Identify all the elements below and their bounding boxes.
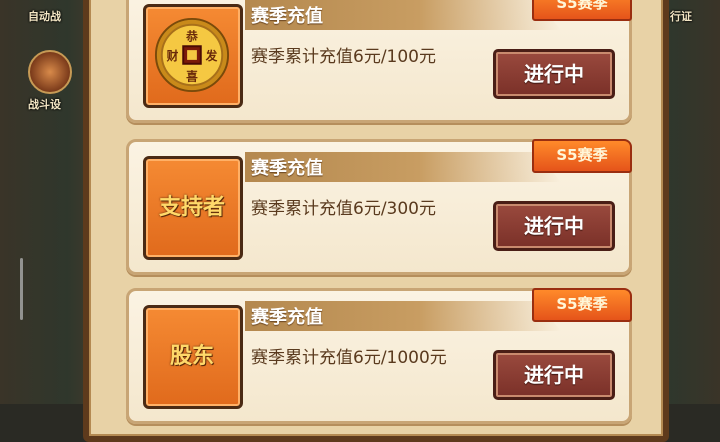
in-progress-button[interactable]: 进行中 (493, 201, 615, 251)
coin-char-left: 财 (166, 49, 179, 63)
scrollbar[interactable] (20, 258, 23, 320)
shareholder-emblem-icon: 股东 (169, 343, 214, 369)
reward-card: 支持者 赛季充值 赛季累计充值6元/300元 S5赛季 进行中 (126, 139, 632, 275)
card-description: 赛季累计充值6元/300元 (251, 199, 436, 219)
in-progress-button[interactable]: 进行中 (493, 49, 615, 99)
reward-card: 恭 发 喜 财 赛季充值 赛季累计充值6元/100元 S5赛季 进行中 (126, 0, 632, 123)
card-description: 赛季累计充值6元/100元 (251, 47, 436, 67)
card-title: 赛季充值 (251, 158, 323, 179)
reward-thumbnail: 支持者 (143, 156, 243, 260)
coin-char-top: 恭 (185, 29, 198, 43)
season-badge: S5赛季 (532, 288, 632, 322)
recharge-panel: 恭 发 喜 财 赛季充值 赛季累计充值6元/100元 S5赛季 进行中 支持者 … (83, 0, 669, 442)
coin-char-bottom: 喜 (186, 69, 198, 83)
card-description: 赛季累计充值6元/1000元 (251, 348, 447, 368)
coin-icon: 恭 发 喜 财 (154, 17, 230, 93)
card-title: 赛季充值 (251, 307, 323, 328)
supporter-emblem-icon: 支持者 (158, 194, 225, 220)
reward-thumbnail: 恭 发 喜 财 (143, 4, 243, 108)
season-badge: S5赛季 (532, 0, 632, 21)
season-badge: S5赛季 (532, 139, 632, 173)
reward-thumbnail: 股东 (143, 305, 243, 409)
battle-settings-label[interactable]: 战斗设 (28, 96, 61, 112)
coin-char-right: 发 (205, 49, 218, 63)
pass-label[interactable]: 行证 (670, 8, 692, 24)
settings-gear-icon[interactable] (28, 50, 72, 94)
in-progress-button[interactable]: 进行中 (493, 350, 615, 400)
auto-battle-label[interactable]: 自动战 (28, 8, 61, 24)
card-title: 赛季充值 (251, 6, 323, 27)
